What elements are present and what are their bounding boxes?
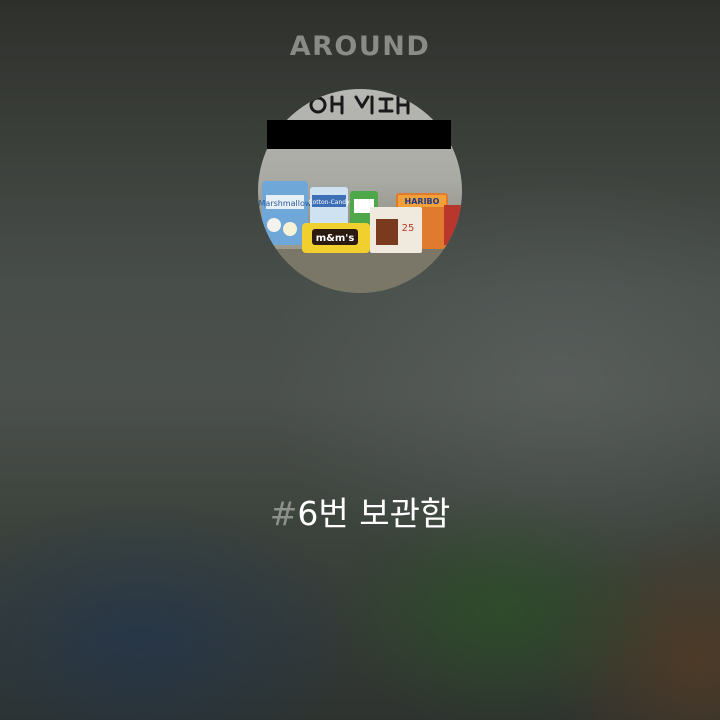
app-logo: AROUND [289, 31, 431, 62]
hashtag-symbol: # [269, 494, 298, 533]
candy-label-25: 25 [402, 223, 415, 234]
candy-label-haribo: HARIBO [405, 197, 440, 206]
storage-tag-label: 6번 보관함 [297, 494, 451, 533]
redaction-bar [267, 120, 451, 149]
candy-label-marshmallow: Marshmallow [259, 199, 312, 208]
candy-label-cotton: Cotton-Candy [308, 199, 350, 206]
candy-label-mms: m&m's [316, 233, 355, 244]
storage-tag-title[interactable]: #6번 보관함 [0, 487, 720, 535]
